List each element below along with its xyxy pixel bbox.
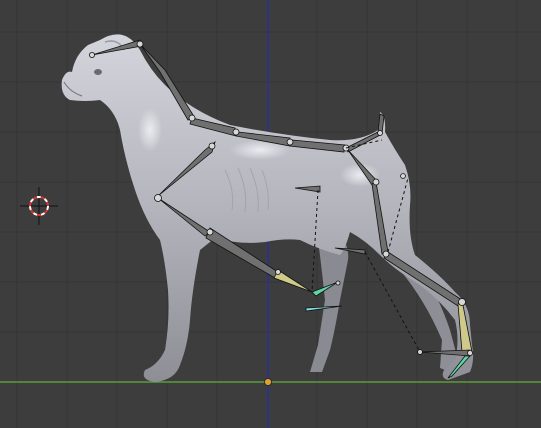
viewport-canvas[interactable] xyxy=(0,0,541,428)
object-origin-icon[interactable] xyxy=(264,378,272,386)
3d-cursor-icon[interactable] xyxy=(20,187,58,225)
3d-viewport[interactable] xyxy=(0,0,541,428)
